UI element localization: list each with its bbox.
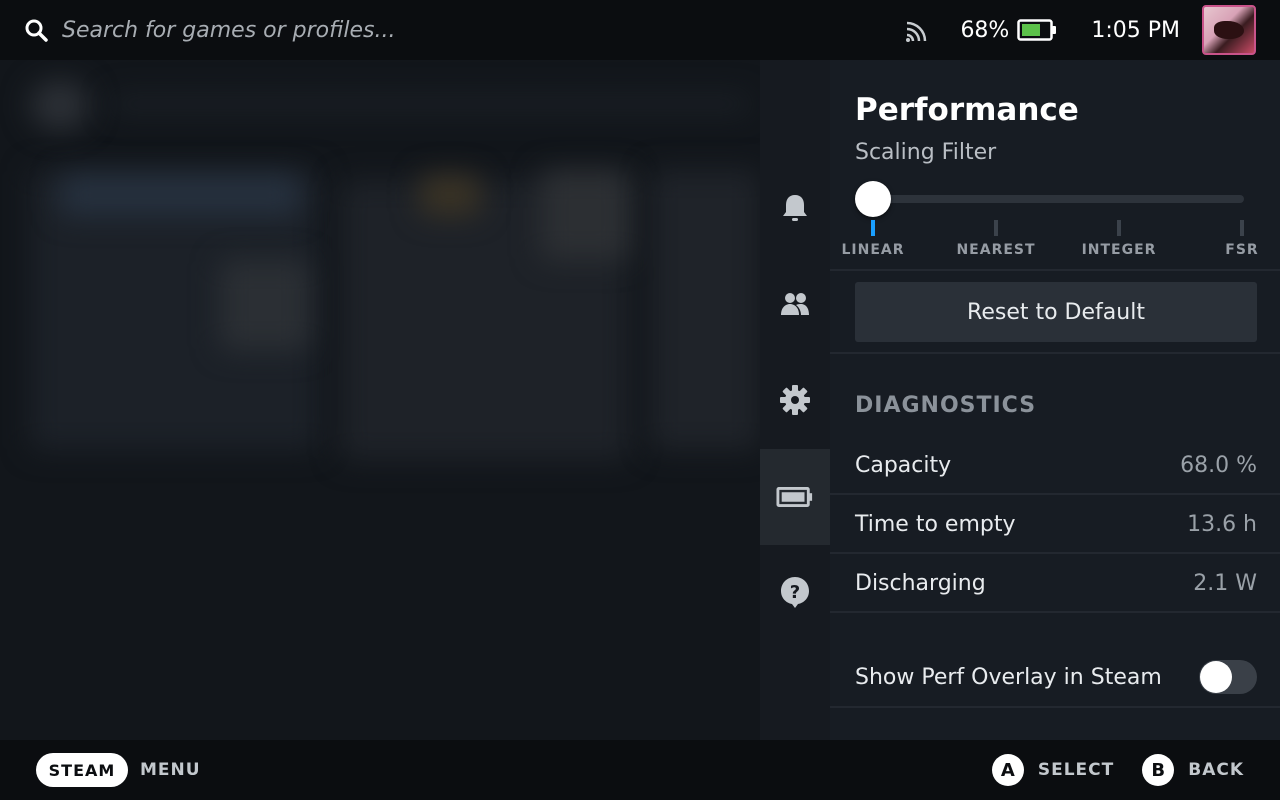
signal-icon [906, 21, 927, 42]
search-placeholder[interactable]: Search for games or profiles... [62, 18, 395, 43]
battery-percent: 68% [960, 17, 1010, 43]
diagnostic-row-time-to-empty: Time to empty 13.6 h [830, 495, 1280, 554]
bell-icon [783, 195, 807, 221]
rail-notifications[interactable] [760, 160, 830, 256]
scaling-option-fsr[interactable]: FSR [1225, 242, 1258, 258]
diagnostic-value: 2.1 W [1193, 571, 1257, 596]
reset-to-default-button[interactable]: Reset to Default [855, 282, 1257, 342]
search-icon [25, 19, 48, 42]
battery-icon [776, 487, 813, 507]
diagnostics-heading: DIAGNOSTICS [855, 393, 1037, 418]
steam-button[interactable]: STEAM [36, 753, 128, 787]
blurred-background [0, 60, 760, 740]
help-icon: ? [781, 577, 809, 608]
menu-label: MENU [140, 760, 201, 780]
scaling-filter-slider[interactable] [872, 195, 1244, 203]
performance-panel: Performance Scaling Filter LINEAR NEARES… [830, 60, 1280, 740]
back-hint: BACK [1188, 760, 1244, 780]
scaling-option-nearest[interactable]: NEAREST [956, 242, 1035, 258]
button-hints: A SELECT B BACK [991, 740, 1244, 800]
perf-overlay-toggle[interactable] [1199, 660, 1257, 694]
gear-icon [780, 385, 810, 415]
diagnostic-label: Time to empty [855, 512, 1016, 537]
diagnostic-value: 13.6 h [1187, 512, 1257, 537]
diagnostic-row-discharging: Discharging 2.1 W [830, 554, 1280, 613]
diagnostic-value: 68.0 % [1180, 453, 1257, 478]
quick-access-rail: ? [760, 60, 830, 740]
clock: 1:05 PM [1091, 17, 1180, 43]
rail-performance[interactable] [760, 449, 830, 545]
rail-settings[interactable] [760, 352, 830, 448]
perf-overlay-label: Show Perf Overlay in Steam [855, 664, 1162, 690]
battery-status-icon [1017, 19, 1057, 41]
toggle-knob [1200, 661, 1232, 693]
select-hint: SELECT [1037, 760, 1115, 780]
a-button-glyph[interactable]: A [991, 754, 1024, 786]
rail-friends[interactable] [760, 256, 830, 352]
panel-title: Performance [855, 92, 1079, 128]
scaling-option-integer[interactable]: INTEGER [1082, 242, 1157, 258]
scaling-filter-label: Scaling Filter [855, 140, 997, 165]
b-button-glyph[interactable]: B [1142, 754, 1175, 786]
divider [830, 352, 1280, 354]
top-bar: Search for games or profiles... 68% 1:05… [0, 0, 1280, 60]
slider-tick [871, 220, 875, 236]
bottom-bar: STEAM MENU A SELECT B BACK [0, 740, 1280, 800]
diagnostic-label: Discharging [855, 571, 986, 596]
friends-icon [781, 293, 809, 315]
status-area: 68% 1:05 PM [904, 0, 1280, 60]
slider-tick [1117, 220, 1121, 236]
rail-help[interactable]: ? [760, 544, 830, 640]
slider-handle[interactable] [855, 181, 891, 217]
avatar[interactable] [1202, 5, 1256, 55]
svg-text:?: ? [790, 582, 800, 603]
divider [830, 611, 1280, 613]
scaling-option-linear[interactable]: LINEAR [841, 242, 904, 258]
diagnostic-row-capacity: Capacity 68.0 % [830, 436, 1280, 495]
divider [830, 269, 1280, 271]
diagnostic-label: Capacity [855, 453, 952, 478]
search-bar[interactable]: Search for games or profiles... [24, 0, 395, 60]
perf-overlay-row[interactable]: Show Perf Overlay in Steam [830, 648, 1280, 706]
slider-tick [994, 220, 998, 236]
divider [830, 706, 1280, 708]
slider-tick [1240, 220, 1244, 236]
